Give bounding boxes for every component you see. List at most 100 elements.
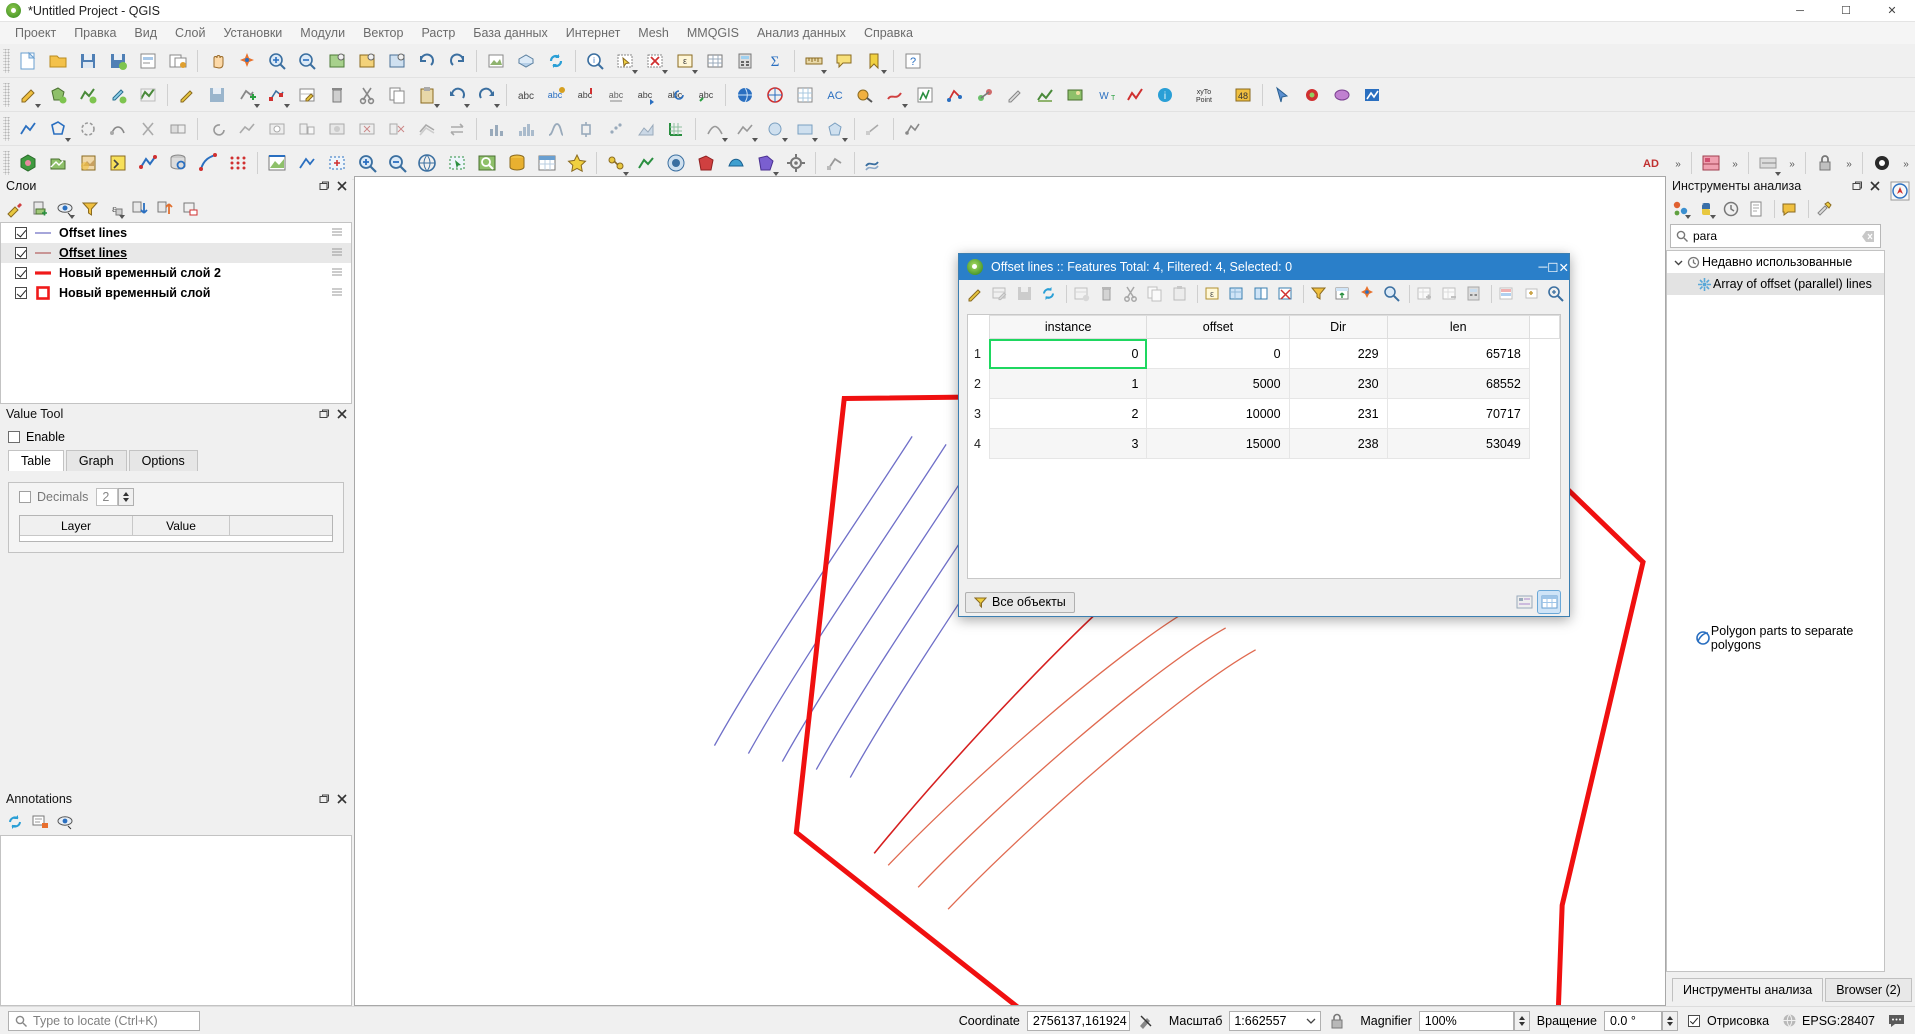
maximize-button[interactable]: ☐ bbox=[1823, 0, 1869, 22]
multi-plugin-icon[interactable] bbox=[1358, 81, 1386, 109]
cell-offset[interactable]: 15000 bbox=[1146, 428, 1290, 459]
render-checkbox[interactable] bbox=[1687, 1014, 1700, 1027]
globe-view-icon[interactable] bbox=[413, 149, 441, 177]
layer-item-2[interactable]: Новый временный слой 2 bbox=[1, 263, 351, 283]
attribute-table-minimize-button[interactable]: ─ bbox=[1538, 260, 1547, 275]
deselect-all-icon[interactable] bbox=[1275, 283, 1296, 305]
lock-icon[interactable] bbox=[1330, 1013, 1344, 1029]
modify-attributes-icon[interactable] bbox=[293, 81, 321, 109]
copy-features-icon[interactable] bbox=[1144, 283, 1165, 305]
value-tool-enable-row[interactable]: Enable bbox=[0, 424, 352, 444]
zoom-last-icon[interactable] bbox=[413, 47, 441, 75]
column-header-dir[interactable]: Dir bbox=[1288, 315, 1388, 339]
digitize-line-icon[interactable] bbox=[14, 115, 42, 143]
overflow-chevron-3-icon[interactable]: » bbox=[1784, 149, 1800, 177]
pan-map-icon[interactable] bbox=[203, 47, 231, 75]
dissolve-tool-icon[interactable] bbox=[722, 149, 750, 177]
remove-layer-icon[interactable] bbox=[179, 198, 201, 220]
crs-label[interactable]: EPSG:28407 bbox=[1802, 1014, 1875, 1028]
conditional-format-icon[interactable] bbox=[1496, 283, 1517, 305]
open-project-icon[interactable] bbox=[44, 47, 72, 75]
processing-close-button[interactable] bbox=[1867, 178, 1883, 194]
curve-tool-icon[interactable] bbox=[701, 115, 729, 143]
menu-item-ustanovki[interactable]: Установки bbox=[214, 24, 291, 42]
new-annotation-icon[interactable] bbox=[29, 811, 51, 833]
snapping-icon[interactable] bbox=[662, 115, 690, 143]
cell-dir[interactable]: 230 bbox=[1288, 368, 1388, 399]
delete-field-icon[interactable] bbox=[1439, 283, 1460, 305]
zoom-in-icon[interactable] bbox=[263, 47, 291, 75]
rect-tool-icon[interactable] bbox=[791, 115, 819, 143]
column-header-len[interactable]: len bbox=[1386, 315, 1530, 339]
trace-icon[interactable] bbox=[74, 115, 102, 143]
menu-item-mmqgis[interactable]: MMQGIS bbox=[678, 24, 748, 42]
messages-icon[interactable] bbox=[1888, 1013, 1905, 1028]
zoom-out-icon[interactable] bbox=[293, 47, 321, 75]
toggle-editing-icon[interactable] bbox=[173, 81, 201, 109]
move-selection-top-icon[interactable] bbox=[1332, 283, 1353, 305]
profile-tool-icon[interactable] bbox=[1031, 81, 1059, 109]
table-row[interactable]: 4 3 15000 238 53049 bbox=[968, 428, 1560, 459]
geometry-tools-icon[interactable] bbox=[761, 81, 789, 109]
select-by-expression-icon[interactable]: ε bbox=[671, 47, 699, 75]
add-feature-icon[interactable] bbox=[233, 81, 261, 109]
annotation-ad-icon[interactable]: AD bbox=[1634, 149, 1668, 177]
new-bookmark-icon[interactable] bbox=[860, 47, 888, 75]
tree-group-recent[interactable]: Недавно использованные bbox=[1667, 251, 1884, 273]
layer-visibility-checkbox[interactable] bbox=[15, 287, 27, 299]
add-part-icon[interactable] bbox=[293, 115, 321, 143]
wkt-plugin-icon[interactable]: WT bbox=[1091, 81, 1119, 109]
layout-manager-icon[interactable] bbox=[164, 47, 192, 75]
plot-plugin-icon[interactable] bbox=[1121, 81, 1149, 109]
toolbar-grip[interactable] bbox=[3, 48, 10, 73]
qad-plugin-icon[interactable]: 48 bbox=[1229, 81, 1257, 109]
decimals-spinbox[interactable]: 2 bbox=[96, 488, 119, 506]
form-view-icon[interactable] bbox=[1513, 591, 1535, 613]
edit-features-icon[interactable] bbox=[1779, 198, 1801, 220]
zoom-next-icon[interactable] bbox=[443, 47, 471, 75]
mesh-calculator-icon[interactable] bbox=[860, 149, 888, 177]
reshape-icon[interactable] bbox=[104, 115, 132, 143]
cell-instance[interactable]: 1 bbox=[988, 368, 1148, 399]
overflow-chevron-2-icon[interactable]: » bbox=[1727, 149, 1743, 177]
zoom-region-icon[interactable] bbox=[323, 149, 351, 177]
value-tool-close-button[interactable] bbox=[334, 406, 350, 422]
cell-len[interactable]: 53049 bbox=[1386, 428, 1530, 459]
save-edits-icon[interactable] bbox=[1014, 283, 1035, 305]
stat-curve-icon[interactable] bbox=[542, 115, 570, 143]
map-pan-icon[interactable] bbox=[293, 149, 321, 177]
zoom-map-icon[interactable] bbox=[1545, 283, 1566, 305]
processing-float-button[interactable] bbox=[1849, 178, 1865, 194]
multi-edit-icon[interactable] bbox=[989, 283, 1010, 305]
column-header-offset[interactable]: offset bbox=[1146, 315, 1290, 339]
attribute-table-maximize-button[interactable]: ☐ bbox=[1547, 260, 1558, 275]
filter-all-features-button[interactable]: Все объекты bbox=[965, 591, 1075, 613]
measure-line-icon[interactable] bbox=[800, 47, 828, 75]
tab-browser[interactable]: Browser (2) bbox=[1825, 978, 1912, 1002]
cell-offset[interactable]: 5000 bbox=[1146, 368, 1290, 399]
map-tips-icon[interactable] bbox=[830, 47, 858, 75]
style-manager-icon[interactable] bbox=[1697, 149, 1725, 177]
overflow-chevron-5-icon[interactable]: » bbox=[1898, 149, 1914, 177]
reload-icon[interactable] bbox=[1038, 283, 1059, 305]
manage-visibility-icon[interactable] bbox=[54, 198, 76, 220]
options-icon[interactable] bbox=[1813, 198, 1835, 220]
cut-features-icon[interactable] bbox=[353, 81, 381, 109]
topology-check-icon[interactable] bbox=[821, 149, 849, 177]
zoom-to-layer-icon[interactable] bbox=[383, 47, 411, 75]
log-icon[interactable] bbox=[1745, 198, 1767, 220]
toolbar-grip[interactable] bbox=[3, 150, 10, 175]
table-row[interactable]: 2 1 5000 230 68552 bbox=[968, 368, 1560, 399]
expand-all-icon[interactable] bbox=[129, 198, 151, 220]
stat-box-icon[interactable] bbox=[572, 115, 600, 143]
invert-selection-icon[interactable] bbox=[1250, 283, 1271, 305]
add-raster-layer-icon[interactable] bbox=[74, 149, 102, 177]
column-header-instance[interactable]: instance bbox=[988, 315, 1148, 339]
overflow-chevron-4-icon[interactable]: » bbox=[1841, 149, 1857, 177]
processing-settings-icon[interactable] bbox=[782, 149, 810, 177]
delete-part-icon[interactable] bbox=[383, 115, 411, 143]
overflow-chevron-1-icon[interactable]: » bbox=[1670, 149, 1686, 177]
paste-features-icon[interactable] bbox=[1168, 283, 1189, 305]
layer-visibility-checkbox[interactable] bbox=[15, 227, 27, 239]
add-vector-layer-icon[interactable] bbox=[44, 149, 72, 177]
